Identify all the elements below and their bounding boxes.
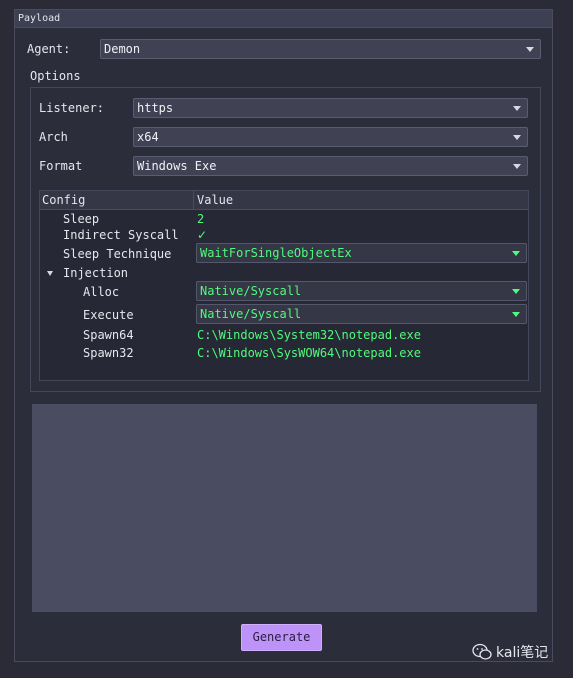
format-select[interactable]: Windows Exe <box>133 156 528 176</box>
expand-arrow-icon[interactable] <box>47 271 53 276</box>
listener-select-value: https <box>137 101 174 115</box>
config-tree-header: Config Value <box>40 191 528 210</box>
indirect-syscall-checkbox[interactable]: ✓ <box>197 227 207 243</box>
agent-select-value: Demon <box>104 42 141 56</box>
listener-select[interactable]: https <box>133 98 528 118</box>
wechat-icon <box>472 643 492 660</box>
watermark: kali笔记 <box>472 642 548 662</box>
arch-label: Arch <box>39 130 68 144</box>
execute-select[interactable]: Native/Syscall <box>196 304 527 324</box>
watermark-text: kali笔记 <box>496 645 549 661</box>
sleep-technique-label: Sleep Technique <box>63 247 172 261</box>
format-select-value: Windows Exe <box>137 159 217 173</box>
output-console[interactable] <box>32 404 537 612</box>
agent-label: Agent: <box>27 42 71 56</box>
format-label: Format <box>39 159 83 173</box>
column-header-config[interactable]: Config <box>42 191 85 209</box>
spawn64-label: Spawn64 <box>83 328 134 342</box>
alloc-value: Native/Syscall <box>200 284 302 298</box>
spawn64-value[interactable]: C:\Windows\System32\notepad.exe <box>197 327 421 343</box>
payload-window: Payload Agent: Demon Options Listener: h… <box>14 9 553 662</box>
arch-select-value: x64 <box>137 130 159 144</box>
injection-label[interactable]: Injection <box>63 265 128 281</box>
sleep-technique-value: WaitForSingleObjectEx <box>200 246 352 260</box>
listener-label: Listener: <box>39 101 105 115</box>
window-title: Payload <box>15 10 552 28</box>
alloc-label: Alloc <box>83 285 120 299</box>
column-divider <box>193 191 194 209</box>
column-header-value[interactable]: Value <box>197 191 233 209</box>
chevron-down-icon <box>512 289 520 294</box>
execute-label: Execute <box>83 308 134 322</box>
alloc-select[interactable]: Native/Syscall <box>196 281 527 301</box>
execute-value: Native/Syscall <box>200 307 302 321</box>
agent-select[interactable]: Demon <box>100 39 541 59</box>
chevron-down-icon <box>512 312 520 317</box>
spawn32-value[interactable]: C:\Windows\SysWOW64\notepad.exe <box>197 345 421 361</box>
options-group-title: Options <box>30 69 81 83</box>
arch-select[interactable]: x64 <box>133 127 528 147</box>
indirect-syscall-label: Indirect Syscall <box>63 228 179 242</box>
chevron-down-icon <box>513 106 521 111</box>
chevron-down-icon <box>513 164 521 169</box>
sleep-label: Sleep <box>63 212 100 226</box>
sleep-value[interactable]: 2 <box>197 211 204 227</box>
generate-button[interactable]: Generate <box>241 624 322 651</box>
chevron-down-icon <box>526 47 534 52</box>
chevron-down-icon <box>512 251 520 256</box>
sleep-technique-select[interactable]: WaitForSingleObjectEx <box>196 243 527 263</box>
chevron-down-icon <box>513 135 521 140</box>
spawn32-label: Spawn32 <box>83 346 134 360</box>
config-tree[interactable]: Config Value Sleep 2 Indirect Syscall ✓ … <box>39 190 529 381</box>
